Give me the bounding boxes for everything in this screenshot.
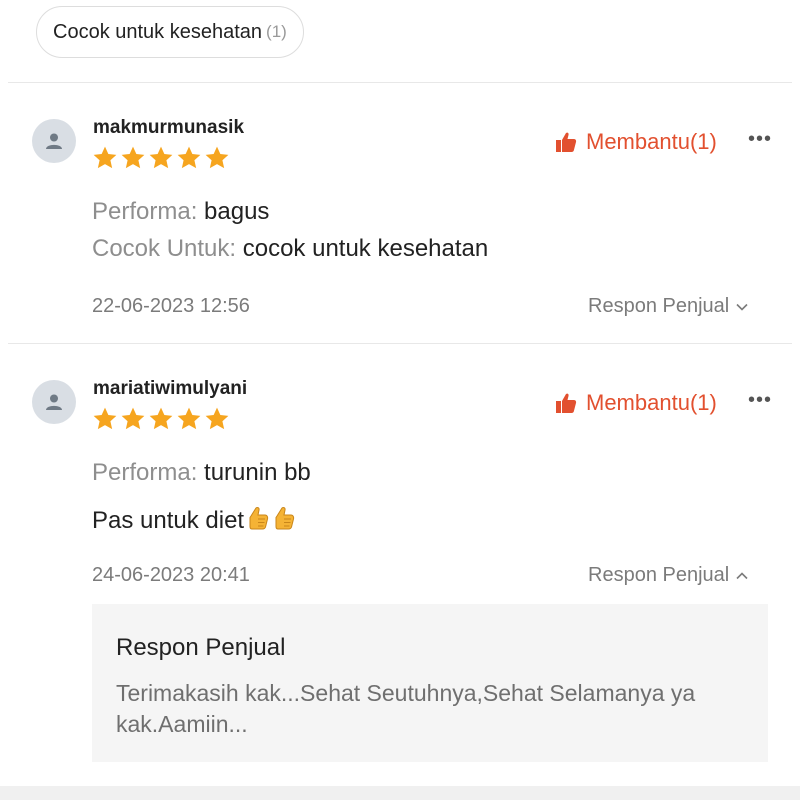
thumbs-up-icon [556, 393, 577, 413]
rating-stars [92, 145, 230, 171]
seller-response-toggle-label: Respon Penjual [588, 295, 730, 317]
thumbs-up-emoji-icon [275, 506, 295, 530]
helpful-button[interactable]: Membantu(1) [554, 129, 717, 155]
review-date: 22-06-2023 12:56 [92, 295, 250, 317]
avatar[interactable] [32, 119, 76, 163]
attribute-value: turunin bb [204, 459, 311, 486]
star-icon [149, 146, 173, 169]
chevron-down-icon [736, 303, 748, 311]
user-icon [46, 133, 62, 149]
more-dots-icon[interactable]: ••• [748, 128, 772, 151]
star-icon [177, 146, 201, 169]
star-icon [93, 146, 117, 169]
chevron-up-icon [736, 571, 748, 579]
attribute-value: bagus [204, 198, 270, 225]
attribute-label: Cocok Untuk: [92, 235, 243, 262]
avatar[interactable] [32, 380, 76, 424]
attribute-value: cocok untuk kesehatan [242, 235, 489, 262]
more-dots-icon[interactable]: ••• [748, 389, 772, 412]
seller-response-toggle-label: Respon Penjual [588, 564, 730, 586]
review-date: 24-06-2023 20:41 [92, 564, 250, 586]
divider [8, 82, 792, 83]
helpful-label: Membantu(1) [586, 390, 717, 415]
review-username[interactable]: makmurmunasik [93, 117, 244, 139]
seller-reply-title: Respon Penjual [116, 634, 286, 661]
attribute-label: Performa: [92, 198, 205, 225]
star-icon [177, 407, 201, 430]
section-separator [0, 786, 800, 800]
thumbs-up-icon [556, 132, 577, 152]
rating-stars [92, 406, 230, 432]
thumbs-up-emoji-icon [249, 506, 269, 530]
attribute-label: Performa: [92, 459, 205, 486]
star-icon [121, 407, 145, 430]
review-attribute-performa: Performa: turunin bb [92, 459, 311, 487]
star-icon [121, 146, 145, 169]
seller-reply-box: Respon Penjual Terimakasih kak...Sehat S… [92, 604, 768, 762]
star-icon [149, 407, 173, 430]
helpful-button[interactable]: Membantu(1) [554, 390, 717, 416]
review-username[interactable]: mariatiwimulyani [93, 378, 247, 400]
divider [8, 343, 792, 344]
star-icon [93, 407, 117, 430]
filter-chip-count: (1) [266, 22, 287, 41]
seller-response-toggle[interactable]: Respon Penjual [588, 295, 749, 318]
seller-response-toggle[interactable]: Respon Penjual [588, 564, 749, 587]
filter-chip-label: Cocok untuk kesehatan [53, 20, 263, 43]
star-icon [205, 407, 229, 430]
user-icon [46, 394, 62, 410]
review-attribute-performa: Performa: bagus [92, 198, 269, 226]
review-comment-text: Pas untuk diet [92, 507, 245, 534]
review-attribute-cocok-untuk: Cocok Untuk: cocok untuk kesehatan [92, 235, 488, 263]
review-comment: Pas untuk diet [92, 505, 296, 535]
star-icon [205, 146, 229, 169]
seller-reply-text: Terimakasih kak...Sehat Seutuhnya,Sehat … [116, 680, 696, 737]
helpful-label: Membantu(1) [586, 129, 717, 154]
filter-chip-cocok-untuk-kesehatan[interactable]: Cocok untuk kesehatan (1) [36, 6, 304, 58]
